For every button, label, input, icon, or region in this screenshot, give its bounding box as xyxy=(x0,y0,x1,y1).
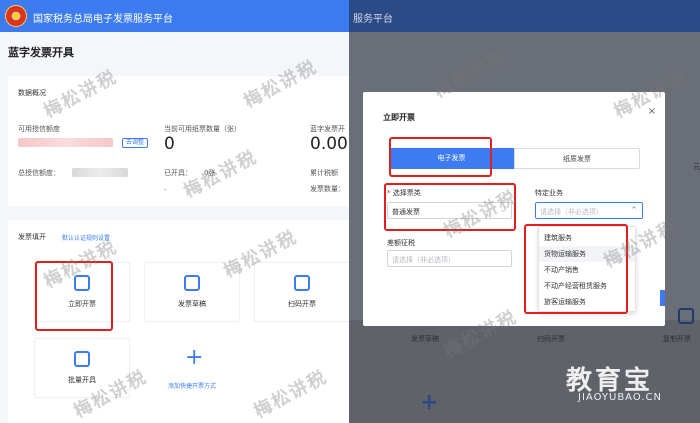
invoice-amount-label: 发票数量： xyxy=(310,185,345,193)
confirm-button-edge[interactable] xyxy=(660,290,665,306)
highlight-electronic-tab xyxy=(389,137,492,177)
tile-label: 添加快捷开票方式 xyxy=(167,383,216,390)
qr-code-icon xyxy=(294,275,310,291)
blue-invoice-label: 蓝字发票开 xyxy=(310,125,345,133)
batch-icon xyxy=(74,351,90,367)
page-title: 蓝字发票开具 xyxy=(8,46,74,59)
paper-count-value: 0 xyxy=(164,134,175,154)
top-bar-dimmed: 服务平台 xyxy=(349,0,700,32)
diff-tax-select[interactable]: 请选择（非必选项） xyxy=(387,250,512,267)
bg-label-draft: 发票草稿 xyxy=(411,335,439,343)
copy-invoice-icon xyxy=(678,308,694,324)
special-business-label: 特定业务 xyxy=(535,189,563,197)
blue-invoice-value: 0.00 xyxy=(310,134,348,154)
diff-tax-placeholder: 请选择（非必选项） xyxy=(392,256,455,264)
overview-title: 数据概况 xyxy=(18,89,46,97)
bg-unit-fragment: 元 xyxy=(693,163,700,171)
plus-icon: + xyxy=(185,345,204,370)
total-credit-blurred xyxy=(72,168,128,177)
tile-add-shortcut[interactable]: + 添加快捷开票方式 xyxy=(144,338,240,398)
adjust-credit-button[interactable]: 去调整 xyxy=(122,138,149,148)
tile-label: 发票草稿 xyxy=(178,300,206,308)
app-title-fragment: 服务平台 xyxy=(353,14,393,25)
bg-label-qr: 扫码开票 xyxy=(537,335,565,343)
draft-icon xyxy=(184,275,200,291)
plus-icon: + xyxy=(420,390,439,415)
accum-tax-label: 累计税额 xyxy=(310,169,338,177)
special-business-select[interactable]: 请选择（非必选项） ^ xyxy=(535,202,643,219)
tile-qr[interactable]: 扫码开票 xyxy=(254,262,349,322)
bg-label-copy: 复制开票 xyxy=(663,335,691,343)
credit-label: 可用授信额度 xyxy=(18,125,60,133)
issued-dash: - xyxy=(164,186,167,194)
brand-url: JIAOYUBAO.CN xyxy=(578,392,662,403)
modal-title: 立即开票 xyxy=(383,113,415,122)
total-credit-label: 总授信额度： xyxy=(18,169,60,177)
special-business-placeholder: 请选择（非必选项） xyxy=(540,208,603,216)
app-title: 国家税务总局电子发票服务平台 xyxy=(33,14,173,25)
credit-value-blurred xyxy=(18,138,113,147)
chevron-up-icon: ^ xyxy=(631,206,637,214)
tile-label: 扫码开票 xyxy=(288,300,316,308)
top-bar: 国家税务总局电子发票服务平台 xyxy=(0,0,349,32)
tab-paper-invoice[interactable]: 纸质发票 xyxy=(514,148,640,169)
fill-section-title: 发票填开 xyxy=(18,233,46,241)
tax-emblem-icon xyxy=(5,5,27,27)
paper-count-label: 当前可用纸票数量（张） xyxy=(164,125,241,133)
diff-tax-label: 差额征税 xyxy=(387,239,415,247)
